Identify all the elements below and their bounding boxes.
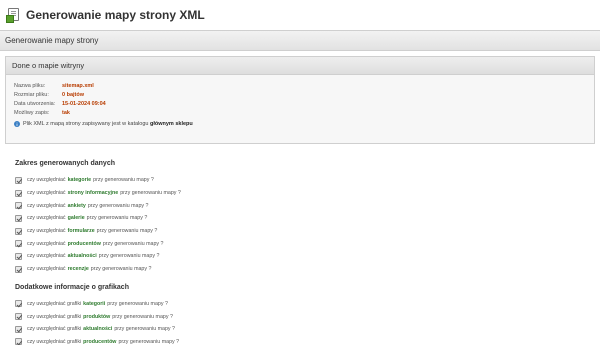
note-bold: głównym sklepu bbox=[149, 121, 193, 127]
checkbox[interactable] bbox=[15, 300, 22, 308]
page-title: Generowanie mapy strony XML bbox=[26, 8, 205, 22]
option-suffix: przy generowaniu mapy ? bbox=[112, 313, 173, 320]
option-reviews[interactable]: czy uwzględniać recenzje przy generowaniu … bbox=[15, 263, 595, 276]
info-value: sitemap.xml bbox=[62, 82, 94, 89]
checkbox[interactable] bbox=[15, 325, 22, 333]
info-label: Data utworzenia: bbox=[14, 100, 56, 107]
checkbox[interactable] bbox=[15, 176, 22, 184]
option-suffix: przy generowaniu mapy ? bbox=[98, 253, 160, 260]
option-bold: strony informacyjne bbox=[67, 190, 119, 197]
info-row-created: Data utworzenia: 15-01-2024 09:04 bbox=[14, 99, 594, 108]
option-text: czy uwzględniać grafiki bbox=[27, 300, 82, 307]
info-box-title: Done o mapie witryny bbox=[6, 57, 594, 75]
option-suffix: przy generowaniu mapy ? bbox=[96, 228, 158, 235]
option-bold: galerie bbox=[67, 215, 85, 222]
checkbox[interactable] bbox=[15, 202, 22, 210]
info-note: i Plik XML z mapą strony zapisywany jest… bbox=[14, 121, 594, 127]
option-text: czy uwzględniać bbox=[27, 202, 66, 209]
checkbox[interactable] bbox=[15, 214, 22, 222]
info-label: Nazwa pliku: bbox=[14, 82, 46, 89]
option-text: czy uwzględniać bbox=[27, 190, 66, 197]
option-suffix: przy generowaniu mapy ? bbox=[114, 326, 175, 333]
note-text: Plik XML z mapą strony zapisywany jest w… bbox=[23, 121, 149, 127]
option-bold: formularze bbox=[67, 228, 95, 235]
option-text: czy uwzględniać bbox=[27, 253, 66, 260]
checkbox[interactable] bbox=[15, 265, 22, 273]
option-bold: aktualności bbox=[83, 326, 113, 333]
info-label: Możliwy zapis: bbox=[14, 109, 50, 116]
option-bold: kategorie bbox=[67, 177, 92, 184]
option-news[interactable]: czy uwzględniać aktualności przy generowan… bbox=[15, 250, 595, 263]
section-title-data-scope: Zakres generowanych danych bbox=[15, 160, 115, 167]
option-img-news[interactable]: czy uwzględniać grafiki aktualności przy g… bbox=[15, 323, 595, 336]
option-bold: produktów bbox=[83, 313, 111, 320]
sitemap-info-box: Done o mapie witryny Nazwa pliku: sitema… bbox=[5, 56, 595, 144]
option-suffix: przy generowaniu mapy ? bbox=[90, 266, 152, 273]
option-bold: aktualności bbox=[67, 253, 97, 260]
option-categories[interactable]: czy uwzględniać kategorie przy generowaniu… bbox=[15, 174, 595, 187]
option-surveys[interactable]: czy uwzględniać ankiety przy generowaniu m… bbox=[15, 199, 595, 212]
app-header: Generowanie mapy strony XML bbox=[0, 0, 600, 30]
option-suffix: przy generowaniu mapy ? bbox=[118, 338, 180, 345]
info-value: 15-01-2024 09:04 bbox=[62, 100, 106, 107]
option-info-pages[interactable]: czy uwzględniać strony informacyjne przy g… bbox=[15, 187, 595, 200]
option-text: czy uwzględniać grafiki bbox=[27, 338, 82, 345]
option-img-products[interactable]: czy uwzględniać grafiki produktów przy gen… bbox=[15, 310, 595, 323]
checkbox[interactable] bbox=[15, 252, 22, 260]
info-row-filesize: Rozmiar pliku: 0 bajtów bbox=[14, 90, 594, 99]
section-title-images: Dodatkowe informacje o grafikach bbox=[15, 283, 129, 291]
sitemap-icon bbox=[6, 8, 20, 23]
info-value: 0 bajtów bbox=[62, 91, 85, 98]
option-suffix: przy generowaniu mapy ? bbox=[107, 300, 168, 307]
checkbox[interactable] bbox=[15, 338, 22, 345]
option-suffix: przy generowaniu mapy ? bbox=[102, 240, 164, 247]
info-label: Rozmiar pliku: bbox=[14, 91, 49, 98]
option-text: czy uwzględniać bbox=[27, 228, 66, 235]
option-suffix: przy generowaniu mapy ? bbox=[86, 215, 148, 222]
option-img-categories[interactable]: czy uwzględniać grafiki kategorii przy gen… bbox=[15, 298, 595, 311]
info-value: tak bbox=[62, 109, 70, 116]
info-icon: i bbox=[14, 121, 20, 127]
checkbox[interactable] bbox=[15, 189, 22, 197]
option-forms[interactable]: czy uwzględniać formularze przy generowani… bbox=[15, 225, 595, 238]
checkbox[interactable] bbox=[15, 240, 22, 248]
option-text: czy uwzględniać grafiki bbox=[27, 326, 82, 333]
option-text: czy uwzględniać grafiki bbox=[27, 313, 82, 320]
option-img-manufacturers[interactable]: czy uwzględniać grafiki producentów przy g… bbox=[15, 336, 595, 345]
option-suffix: przy generowaniu mapy ? bbox=[93, 177, 154, 184]
option-galleries[interactable]: czy uwzględniać galerie przy generowaniu m… bbox=[15, 212, 595, 225]
checkbox[interactable] bbox=[15, 313, 22, 321]
option-text: czy uwzględniać bbox=[27, 177, 66, 184]
sitemap-panel: Generowanie mapy strony Done o mapie wit… bbox=[0, 30, 600, 345]
option-suffix: przy generowaniu mapy ? bbox=[120, 190, 181, 197]
info-row-filename: Nazwa pliku: sitemap.xml bbox=[14, 81, 594, 90]
option-text: czy uwzględniać bbox=[27, 240, 66, 247]
option-bold: producentów bbox=[67, 240, 101, 247]
panel-title: Generowanie mapy strony bbox=[0, 31, 600, 51]
option-text: czy uwzględniać bbox=[27, 215, 66, 222]
option-bold: producentów bbox=[83, 338, 117, 345]
option-bold: kategorii bbox=[83, 300, 106, 307]
checkbox[interactable] bbox=[15, 227, 22, 235]
option-suffix: przy generowaniu mapy ? bbox=[87, 202, 149, 209]
option-bold: ankiety bbox=[67, 202, 86, 209]
option-text: czy uwzględniać bbox=[27, 266, 66, 273]
option-manufacturers[interactable]: czy uwzględniać producentów przy generowan… bbox=[15, 237, 595, 250]
info-row-writable: Możliwy zapis: tak bbox=[14, 108, 594, 117]
option-bold: recenzje bbox=[67, 266, 89, 273]
